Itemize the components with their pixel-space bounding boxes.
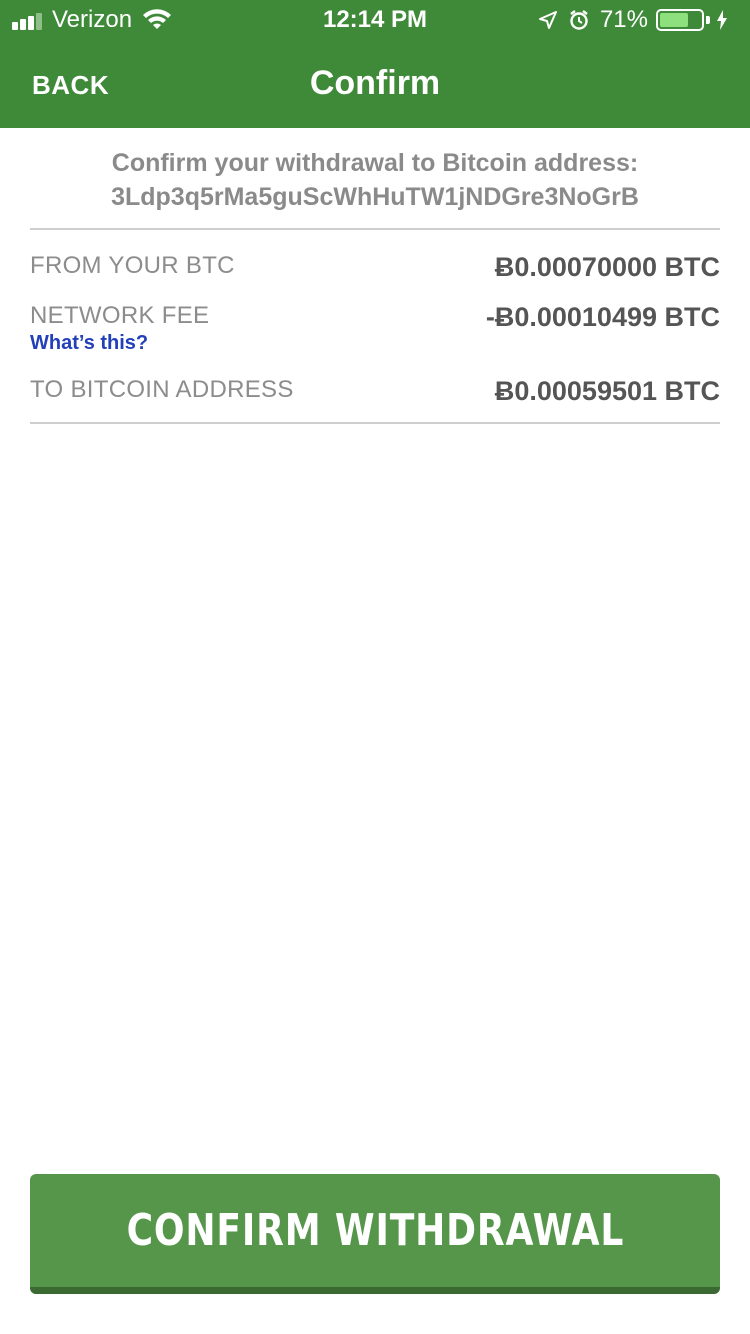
confirm-withdrawal-button[interactable]: CONFIRM WITHDRAWAL [30, 1174, 720, 1294]
nav-bar: BACK Confirm [0, 44, 750, 128]
battery-percent: 71% [599, 6, 648, 33]
header: Verizon 12:14 PM 71% BACK Confirm [0, 0, 750, 128]
from-btc-value: Ƀ0.00070000 BTC [494, 252, 720, 282]
page-title: Confirm [309, 64, 441, 102]
confirm-message: Confirm your withdrawal to Bitcoin addre… [30, 146, 720, 214]
app: Verizon 12:14 PM 71% BACK Confirm Confir… [0, 0, 750, 1334]
bitcoin-address: 3Ldp3q5rMa5guScWhHuTW1jNDGre3NoGrB [111, 183, 639, 211]
status-right: 71% [538, 6, 738, 34]
battery-fill [660, 13, 689, 27]
alarm-icon [570, 10, 588, 30]
battery-tip [706, 16, 710, 24]
charging-icon [717, 10, 727, 30]
whats-this-link[interactable]: What’s this? [30, 332, 148, 355]
location-icon [538, 11, 557, 29]
to-address-label: TO BITCOIN ADDRESS [30, 376, 294, 403]
divider-top [30, 228, 720, 230]
to-address-value: Ƀ0.00059501 BTC [494, 376, 720, 406]
network-fee-label: NETWORK FEE [30, 302, 210, 329]
divider-bottom [30, 422, 720, 424]
status-bar: Verizon 12:14 PM 71% [0, 0, 750, 40]
network-fee-value: -Ƀ0.00010499 BTC [485, 302, 720, 332]
battery-icon [656, 9, 704, 31]
from-btc-label: FROM YOUR BTC [30, 252, 235, 279]
confirm-withdrawal-label: CONFIRM WITHDRAWAL [126, 1205, 624, 1256]
confirm-line: Confirm your withdrawal to Bitcoin addre… [111, 149, 639, 177]
